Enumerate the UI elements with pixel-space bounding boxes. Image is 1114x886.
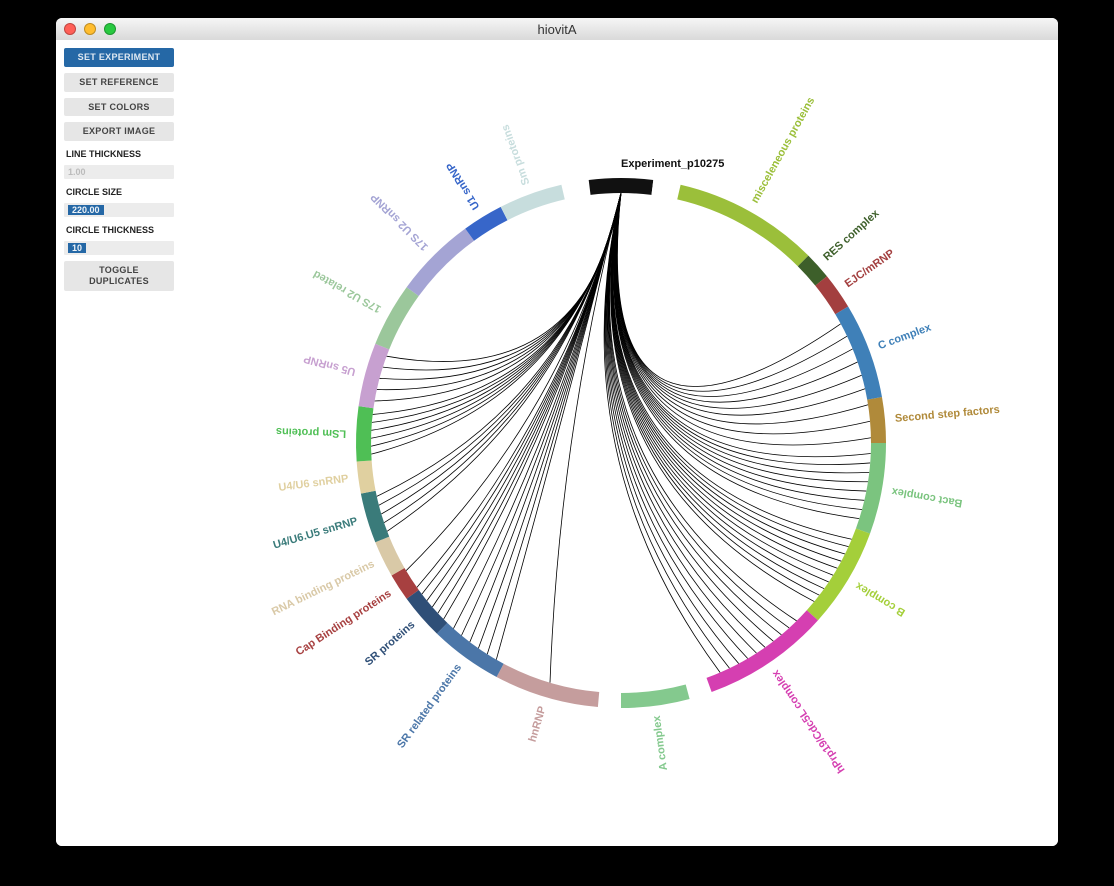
set-experiment-button[interactable]: SET EXPERIMENT: [64, 48, 174, 67]
segment-6[interactable]: [437, 623, 504, 677]
chord-link: [615, 193, 871, 457]
circle-thickness-label: CIRCLE THICKNESS: [64, 225, 174, 235]
chord-link: [604, 193, 720, 673]
segment-label-14: 17S U2 related: [311, 268, 383, 315]
chord-link: [611, 193, 815, 602]
chord-link: [444, 193, 621, 619]
toggle-duplicates-button[interactable]: TOGGLE DUPLICATES: [64, 261, 174, 291]
segment-experiment[interactable]: [589, 178, 654, 195]
chord-links-layer: [371, 193, 871, 683]
segment-label-13: U5 snRNP: [302, 352, 356, 377]
line-thickness-input[interactable]: 1.00: [64, 165, 174, 179]
circle-size-label: CIRCLE SIZE: [64, 187, 174, 197]
segment-1[interactable]: [856, 443, 886, 534]
segment-4[interactable]: [621, 684, 690, 708]
line-thickness-label: LINE THICKNESS: [64, 149, 174, 159]
segment-label-6: SR related proteins: [395, 662, 464, 751]
segment-label-21: C complex: [876, 321, 933, 352]
export-image-button[interactable]: EXPORT IMAGE: [64, 122, 174, 141]
chord-link: [453, 193, 621, 629]
segment-9[interactable]: [375, 537, 404, 576]
app-window: hiovitA SET EXPERIMENT SET REFERENCE SET…: [56, 18, 1058, 846]
chord-link: [406, 193, 621, 571]
chord-link: [614, 193, 860, 519]
segment-label-0: Second step factors: [894, 404, 1000, 425]
segment-label-16: U1 snRNP: [444, 160, 482, 212]
segment-label-11: U4/U6 snRNP: [278, 473, 349, 494]
close-icon[interactable]: [64, 23, 76, 35]
segment-0[interactable]: [867, 397, 886, 443]
segment-label-12: LSm proteins: [276, 425, 347, 439]
segment-5[interactable]: [497, 664, 600, 707]
segment-label-10: U4/U6.U5 snRNP: [272, 515, 359, 551]
segment-label-3: hPrp19/Cdc5L complex: [769, 667, 847, 775]
segment-label-19: RES complex: [821, 207, 882, 264]
line-thickness-value: 1.00: [68, 167, 86, 177]
segment-label-7: SR proteins: [363, 619, 417, 669]
segment-label-1: Bact complex: [890, 485, 963, 509]
sidebar: SET EXPERIMENT SET REFERENCE SET COLORS …: [64, 48, 174, 291]
chord-link: [617, 193, 840, 387]
segment-10[interactable]: [361, 491, 389, 543]
traffic-lights: [56, 23, 116, 35]
segment-18[interactable]: [677, 185, 808, 266]
circle-size-value: 220.00: [68, 205, 104, 215]
segment-17[interactable]: [501, 185, 565, 220]
titlebar[interactable]: hiovitA: [56, 18, 1058, 41]
chord-diagram: Experiment_p10275 Second step factors Bact…: [186, 40, 1056, 846]
circle-size-input[interactable]: 220.00: [64, 203, 174, 217]
segment-label-4: A complex: [651, 714, 670, 771]
chord-link: [478, 193, 621, 648]
segment-label-5: hnRNP: [527, 705, 549, 744]
window-title: hiovitA: [56, 22, 1058, 37]
segment-3[interactable]: [707, 610, 818, 692]
chord-link: [616, 193, 870, 434]
chord-link: [612, 193, 837, 568]
segment-label-15: 17S U2 snRNP: [369, 191, 431, 253]
circle-thickness-value: 10: [68, 243, 86, 253]
chord-link: [617, 193, 853, 396]
segment-12[interactable]: [356, 406, 373, 461]
segment-11[interactable]: [357, 460, 376, 493]
segment-label-2: B complex: [853, 579, 908, 618]
chord-link: [615, 193, 870, 473]
chord-link: [616, 193, 865, 415]
chord-arcs-layer: [356, 178, 886, 708]
segment-label-20: EJC/mRNP: [843, 247, 897, 290]
chord-link: [605, 193, 730, 668]
segment-label-17: Sm proteins: [499, 123, 532, 187]
segment-label-18: misceleneous proteins: [749, 95, 817, 205]
segment-13[interactable]: [359, 344, 390, 408]
chord-link: [614, 193, 862, 510]
content-area: SET EXPERIMENT SET REFERENCE SET COLORS …: [56, 40, 1058, 846]
minimize-icon[interactable]: [84, 23, 96, 35]
segment-21[interactable]: [835, 307, 882, 400]
segment-label-experiment: Experiment_p10275: [621, 158, 724, 170]
set-colors-button[interactable]: SET COLORS: [64, 98, 174, 117]
chord-link: [461, 193, 621, 635]
maximize-icon[interactable]: [104, 23, 116, 35]
set-reference-button[interactable]: SET REFERENCE: [64, 73, 174, 92]
segment-14[interactable]: [375, 287, 418, 349]
circle-thickness-input[interactable]: 10: [64, 241, 174, 255]
segment-2[interactable]: [807, 529, 870, 621]
chord-link: [617, 193, 858, 402]
chord-link: [617, 193, 847, 391]
